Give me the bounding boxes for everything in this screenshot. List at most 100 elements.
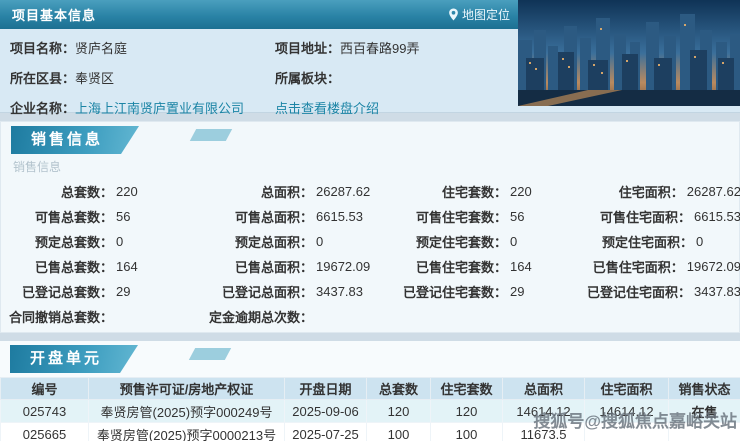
field-label: 住宅面积： (618, 185, 684, 200)
sales-field-resi-units: 住宅套数： 220 (399, 182, 585, 201)
field-value: 220 (510, 184, 532, 199)
field-value: 19672.09 (686, 259, 740, 274)
field-value: 220 (116, 184, 138, 199)
ribbon-tail-decoration (189, 129, 233, 141)
col-header-total-units: 总套数 (366, 377, 431, 400)
sales-field-total-area: 总面积： 26287.62 (205, 182, 399, 201)
field-label: 可售住宅套数： (415, 210, 507, 225)
sales-field-contract-cancel-units: 合同撤销总套数： (5, 307, 205, 326)
field-value: 西百春路99弄 (340, 41, 420, 56)
field-value: 贤庐名庭 (75, 41, 128, 56)
field-value: 0 (316, 234, 324, 249)
map-locate-link[interactable]: 地图定位 (448, 0, 510, 29)
sales-field-reserved-resi-units: 预定住宅套数： 0 (399, 232, 585, 251)
cell-total-area: 14614.12 (502, 399, 585, 423)
basic-info-title: 项目基本信息 (12, 8, 97, 23)
sales-field-registered-area: 已登记总面积： 3437.83 (205, 282, 399, 301)
field-label: 预定住宅套数： (415, 235, 507, 250)
ribbon-tail-decoration (188, 348, 232, 360)
cell-number: 025743 (0, 399, 89, 423)
sales-field-sellable-resi-area: 可售住宅面积： 6615.53 (585, 207, 740, 226)
sales-field-sellable-area: 可售总面积： 6615.53 (205, 207, 399, 226)
cell-total-area: 11673.5 (502, 422, 585, 441)
field-value: 3437.83 (316, 284, 363, 299)
field-label: 已登记总面积： (221, 285, 313, 300)
project-photo (518, 0, 740, 106)
field-label: 预定总面积： (234, 235, 313, 250)
field-label: 已登记总套数： (21, 285, 113, 300)
cell-resi-units: 120 (430, 399, 503, 423)
field-value: 6615.53 (694, 209, 740, 224)
sales-field-sellable-resi-units: 可售住宅套数： 56 (399, 207, 585, 226)
field-label: 所属板块： (275, 71, 341, 86)
sales-info-subtitle: 销售信息 (13, 160, 62, 174)
opening-units-ribbon: 开盘单元 (10, 345, 138, 373)
cell-resi-area: 14614.12 (584, 399, 669, 423)
cell-total-units: 120 (366, 399, 431, 423)
field-label: 总面积： (260, 185, 313, 200)
field-value: 26287.62 (686, 184, 740, 199)
table-row: 025743 奉贤房管(2025)预字000249号 2025-09-06 12… (0, 399, 740, 423)
col-header-sale-status: 销售状态 (668, 377, 740, 400)
table-row: 025665 奉贤房管(2025)预字0000213号 2025-07-25 1… (0, 422, 740, 441)
field-label: 可售总面积： (234, 210, 313, 225)
field-label: 住宅套数： (441, 185, 507, 200)
col-header-total-area: 总面积 (502, 377, 585, 400)
sales-field-sold-units: 已售总套数： 164 (5, 257, 205, 276)
sales-info-panel: 销售信息 销售信息 总套数： 220 总面积： 26287.62 住宅套数： 2… (0, 121, 740, 333)
field-label: 已售总面积： (234, 260, 313, 275)
field-label: 已售住宅套数： (415, 260, 507, 275)
sales-info-grid: 总套数： 220 总面积： 26287.62 住宅套数： 220 住宅面积： 2… (5, 179, 740, 329)
field-label: 合同撤销总套数： (8, 310, 113, 325)
field-label: 定金逾期总次数： (208, 310, 313, 325)
table-header-row: 编号 预售许可证/房地产权证 开盘日期 总套数 住宅套数 总面积 住宅面积 销售… (0, 377, 740, 400)
field-project-address: 项目地址： 西百春路99弄 (275, 38, 520, 57)
field-value: 164 (510, 259, 532, 274)
field-value: 0 (116, 234, 124, 249)
col-header-resi-area: 住宅面积 (584, 377, 669, 400)
sales-field-sold-resi-area: 已售住宅面积： 19672.09 (585, 257, 740, 276)
field-value: 19672.09 (316, 259, 371, 274)
sales-field-registered-resi-units: 已登记住宅套数： 29 (399, 282, 585, 301)
field-label: 预定住宅面积： (601, 235, 693, 250)
company-name-link[interactable]: 上海上江南贤庐置业有限公司 (75, 98, 244, 117)
field-label: 所在区县： (10, 71, 76, 86)
sales-field-total-units: 总套数： 220 (5, 182, 205, 201)
sales-field-registered-resi-area: 已登记住宅面积： 3437.83 (585, 282, 740, 301)
sales-info-ribbon: 销售信息 (11, 126, 139, 154)
col-header-resi-units: 住宅套数 (430, 377, 503, 400)
page: 项目基本信息 地图定位 项目名称： 贤庐名庭 项目地址： 西百春路99弄 所在区… (0, 0, 740, 441)
cell-open-date: 2025-07-25 (284, 422, 367, 441)
sales-field-reserved-units: 预定总套数： 0 (5, 232, 205, 251)
view-intro-link[interactable]: 点击查看楼盘介绍 (275, 98, 379, 117)
field-label: 已登记住宅面积： (586, 285, 691, 300)
status-badge (668, 422, 740, 441)
basic-info-panel: 项目基本信息 地图定位 项目名称： 贤庐名庭 项目地址： 西百春路99弄 所在区… (0, 0, 740, 116)
field-value: 56 (510, 209, 525, 224)
field-value: 26287.62 (316, 184, 371, 199)
field-value: 29 (116, 284, 131, 299)
opening-units-table: 编号 预售许可证/房地产权证 开盘日期 总套数 住宅套数 总面积 住宅面积 销售… (0, 377, 740, 441)
col-header-open-date: 开盘日期 (284, 377, 367, 400)
sales-info-header: 销售信息 (1, 126, 739, 154)
field-district: 所在区县： 奉贤区 (10, 68, 275, 87)
sales-field-sold-area: 已售总面积： 19672.09 (205, 257, 399, 276)
field-label: 已售住宅面积： (592, 260, 684, 275)
cell-open-date: 2025-09-06 (284, 399, 367, 423)
field-value: 29 (510, 284, 525, 299)
field-label: 企业名称： (10, 101, 76, 116)
field-value: 0 (696, 234, 704, 249)
field-project-name: 项目名称： 贤庐名庭 (10, 38, 275, 57)
sales-field-deposit-overdue-count: 定金逾期总次数： (205, 307, 399, 326)
cell-number: 025665 (0, 422, 89, 441)
field-value: 6615.53 (316, 209, 363, 224)
field-label: 已登记住宅套数： (402, 285, 507, 300)
field-label: 已售总套数： (34, 260, 113, 275)
field-value: 奉贤区 (75, 71, 115, 86)
cell-license: 奉贤房管(2025)预字000249号 (88, 399, 285, 423)
field-value: 164 (116, 259, 138, 274)
field-label: 总套数： (60, 185, 113, 200)
field-value: 56 (116, 209, 131, 224)
field-value: 0 (510, 234, 518, 249)
field-label: 可售住宅面积： (599, 210, 691, 225)
